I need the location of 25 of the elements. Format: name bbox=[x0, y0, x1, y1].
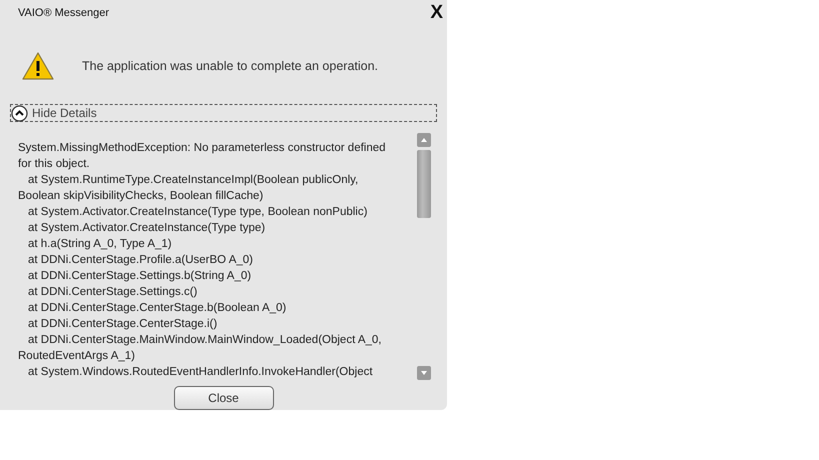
window-title: VAIO® Messenger bbox=[18, 7, 110, 19]
hide-details-toggle[interactable]: Hide Details bbox=[10, 104, 437, 122]
stack-trace-line: at System.Activator.CreateInstance(Type type, Boolean nonPublic) bbox=[27, 205, 368, 220]
stack-trace-line: at DDNi.CenterStage.Settings.c() bbox=[27, 285, 198, 300]
scroll-up-button[interactable] bbox=[417, 133, 431, 147]
stack-trace-line: RoutedEventArgs A_1) bbox=[18, 349, 136, 364]
close-dialog-button[interactable]: Close bbox=[174, 386, 274, 410]
scroll-down-button[interactable] bbox=[417, 366, 431, 380]
error-message: The application was unable to complete an operation. bbox=[82, 59, 378, 73]
stack-trace-line: at System.Activator.CreateInstance(Type type) bbox=[27, 221, 266, 236]
stack-trace-line: at DDNi.CenterStage.MainWindow.MainWindow_Loaded(Object A_0, bbox=[27, 333, 382, 348]
stack-trace-line: Boolean skipVisibilityChecks, Boolean fillCache) bbox=[18, 189, 264, 204]
scrollbar-thumb[interactable] bbox=[417, 150, 431, 218]
stack-trace-line: for this object. bbox=[18, 157, 91, 172]
stack-trace-line: at DDNi.CenterStage.Settings.b(String A_0) bbox=[27, 269, 252, 284]
stack-trace-line: at DDNi.CenterStage.CenterStage.b(Boolean A_0) bbox=[27, 301, 288, 316]
stack-trace-line: at System.RuntimeType.CreateInstanceImpl(Boolean publicOnly, bbox=[27, 173, 360, 188]
chevron-up-icon bbox=[11, 104, 28, 122]
stack-trace-line: at System.Windows.RoutedEventHandlerInfo.InvokeHandler(Object bbox=[27, 365, 374, 380]
warning-icon bbox=[22, 52, 54, 80]
stack-trace-line: at DDNi.CenterStage.Profile.a(UserBO A_0) bbox=[27, 253, 254, 268]
stack-trace-line: at h.a(String A_0, Type A_1) bbox=[27, 237, 173, 252]
stack-trace-line: System.MissingMethodException: No parameterless constructor defined bbox=[18, 141, 387, 156]
stack-trace-line: at DDNi.CenterStage.CenterStage.i() bbox=[27, 317, 218, 332]
window-close-x[interactable]: X bbox=[430, 2, 443, 24]
